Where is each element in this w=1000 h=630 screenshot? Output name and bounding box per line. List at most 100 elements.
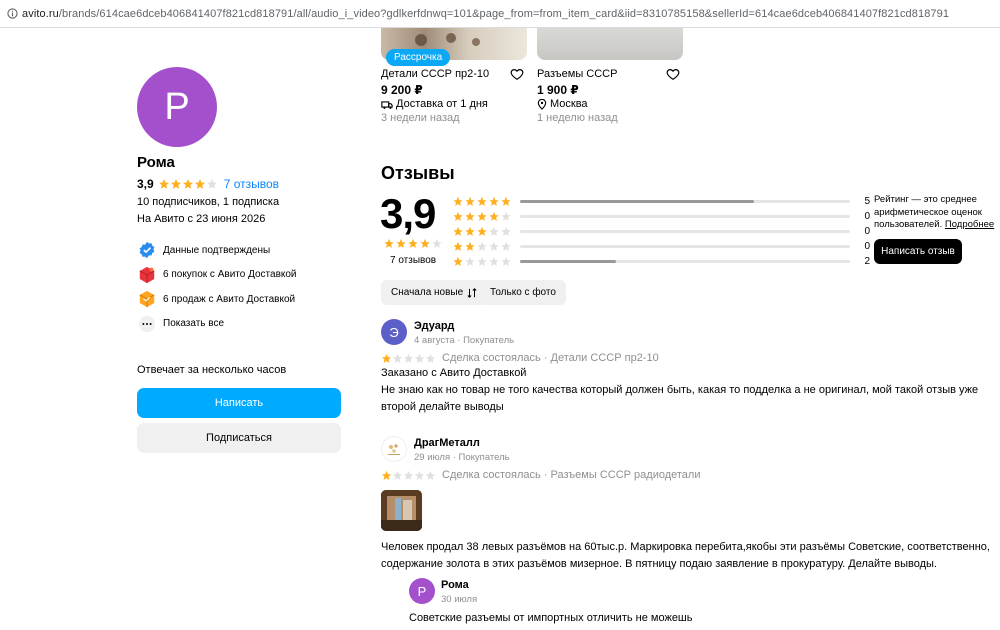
distribution-bar bbox=[520, 260, 850, 263]
reviewer-avatar[interactable]: Э bbox=[381, 319, 407, 345]
item-title[interactable]: Разъемы СССР bbox=[537, 68, 617, 80]
distribution-bar-fill bbox=[520, 260, 616, 263]
badge-label: Данные подтверждены bbox=[163, 244, 271, 256]
star-empty-icon bbox=[477, 256, 487, 266]
favorite-heart-icon[interactable] bbox=[666, 67, 680, 81]
delivery-box-icon bbox=[381, 100, 393, 109]
star-icon bbox=[501, 196, 511, 206]
rating-distribution: 5 0 0 0 2 bbox=[452, 194, 870, 269]
reviewer-name[interactable]: ДрагМеталл bbox=[414, 437, 480, 449]
info-icon[interactable] bbox=[6, 8, 18, 20]
distribution-stars bbox=[452, 256, 516, 267]
item-meta-text: Москва bbox=[550, 98, 588, 110]
star-empty-icon bbox=[489, 241, 499, 251]
reviews-count: 7 отзывов bbox=[390, 255, 437, 266]
star-icon bbox=[381, 353, 392, 363]
review-stars bbox=[381, 353, 436, 364]
rating-stars bbox=[158, 178, 218, 190]
reviewer-avatar[interactable] bbox=[381, 436, 407, 462]
more-link[interactable]: Подробнее bbox=[945, 219, 994, 230]
distribution-stars bbox=[452, 211, 516, 222]
star-icon bbox=[453, 211, 463, 221]
star-icon bbox=[170, 179, 181, 189]
profile-name: Рома bbox=[137, 154, 175, 171]
more-dots-icon bbox=[137, 314, 157, 334]
address-bar[interactable]: avito.ru/brands/614cae6dceb406841407f821… bbox=[0, 0, 1000, 28]
rating-value: 3,9 bbox=[137, 177, 154, 191]
location-pin-icon bbox=[537, 98, 547, 110]
reply-avatar[interactable]: Р bbox=[409, 578, 435, 604]
subscribers-count[interactable]: 10 подписчиков, 1 подписка bbox=[137, 196, 279, 208]
star-icon bbox=[408, 238, 418, 248]
star-empty-icon bbox=[425, 470, 436, 480]
review-date: 29 июля · Покупатель bbox=[414, 452, 510, 463]
star-icon bbox=[396, 238, 406, 248]
distribution-bar bbox=[520, 215, 850, 218]
verified-shield-icon bbox=[137, 240, 157, 260]
star-icon bbox=[489, 196, 499, 206]
item-photo[interactable] bbox=[537, 28, 683, 60]
star-empty-icon bbox=[414, 470, 425, 480]
item-title[interactable]: Детали СССР пр2-10 bbox=[381, 68, 489, 80]
delivery-cube-red-icon bbox=[137, 265, 157, 285]
distribution-count: 5 bbox=[864, 196, 870, 207]
star-empty-icon bbox=[414, 353, 425, 363]
star-icon bbox=[465, 211, 475, 221]
star-empty-icon bbox=[392, 353, 403, 363]
reply-text: Советские разъемы от импортных отличить … bbox=[409, 612, 693, 624]
filter-label[interactable]: Сначала новые bbox=[391, 287, 463, 298]
distribution-row-4: 0 bbox=[452, 209, 870, 224]
star-icon bbox=[489, 211, 499, 221]
item-date: 1 неделю назад bbox=[537, 112, 618, 124]
distribution-bar bbox=[520, 245, 850, 248]
delivery-cube-orange-icon bbox=[137, 289, 157, 309]
star-empty-icon bbox=[501, 211, 511, 221]
review-stars bbox=[381, 470, 436, 481]
write-review-button[interactable]: Написать отзыв bbox=[874, 239, 962, 264]
star-icon bbox=[465, 226, 475, 236]
distribution-row-3: 0 bbox=[452, 224, 870, 239]
avatar[interactable]: Р bbox=[137, 67, 217, 147]
distribution-row-5: 5 bbox=[452, 194, 870, 209]
star-icon bbox=[384, 238, 394, 248]
url-text[interactable]: avito.ru/brands/614cae6dceb406841407f821… bbox=[22, 8, 949, 20]
badge-label[interactable]: Показать все bbox=[163, 318, 224, 329]
photo-filter-button[interactable]: Только с фото bbox=[480, 280, 566, 305]
badge-sales: 6 продаж с Авито Доставкой bbox=[137, 287, 297, 312]
star-empty-icon bbox=[403, 353, 414, 363]
star-empty-icon bbox=[489, 256, 499, 266]
reviews-rating-stars bbox=[383, 238, 443, 249]
subscribe-button[interactable]: Подписаться bbox=[137, 423, 341, 453]
show-all-link[interactable]: Показать все bbox=[137, 312, 297, 337]
badge-verified: Данные подтверждены bbox=[137, 238, 297, 263]
distribution-row-1: 2 bbox=[452, 254, 870, 269]
item-date: 3 недели назад bbox=[381, 112, 460, 124]
star-empty-icon bbox=[392, 470, 403, 480]
star-icon bbox=[194, 179, 205, 189]
sort-filter-button[interactable]: Сначала новые bbox=[381, 280, 488, 305]
distribution-count: 0 bbox=[864, 226, 870, 237]
star-empty-icon bbox=[489, 226, 499, 236]
badge-label: 6 покупок с Авито Доставкой bbox=[163, 269, 297, 281]
distribution-count: 0 bbox=[864, 211, 870, 222]
shop-logo-icon bbox=[388, 444, 400, 455]
distribution-count: 2 bbox=[864, 256, 870, 267]
reviews-link[interactable]: 7 отзывов bbox=[224, 177, 279, 191]
review-photo[interactable] bbox=[381, 490, 422, 531]
star-icon bbox=[158, 179, 169, 189]
badges-list: Данные подтверждены 6 покупок с Авито До… bbox=[137, 238, 297, 336]
reviewer-name[interactable]: Эдуард bbox=[414, 320, 454, 332]
star-empty-icon bbox=[477, 241, 487, 251]
reply-author[interactable]: Рома bbox=[441, 579, 469, 591]
distribution-bar bbox=[520, 230, 850, 233]
star-icon bbox=[465, 241, 475, 251]
badge-label: 6 продаж с Авито Доставкой bbox=[163, 293, 296, 305]
distribution-row-2: 0 bbox=[452, 239, 870, 254]
profile-rating: 3,9 7 отзывов bbox=[137, 177, 279, 191]
star-icon bbox=[453, 256, 463, 266]
filter-label[interactable]: Только с фото bbox=[490, 287, 556, 298]
badge-purchases: 6 покупок с Авито Доставкой bbox=[137, 263, 297, 288]
favorite-heart-icon[interactable] bbox=[510, 67, 524, 81]
write-message-button[interactable]: Написать bbox=[137, 388, 341, 418]
star-empty-icon bbox=[501, 226, 511, 236]
